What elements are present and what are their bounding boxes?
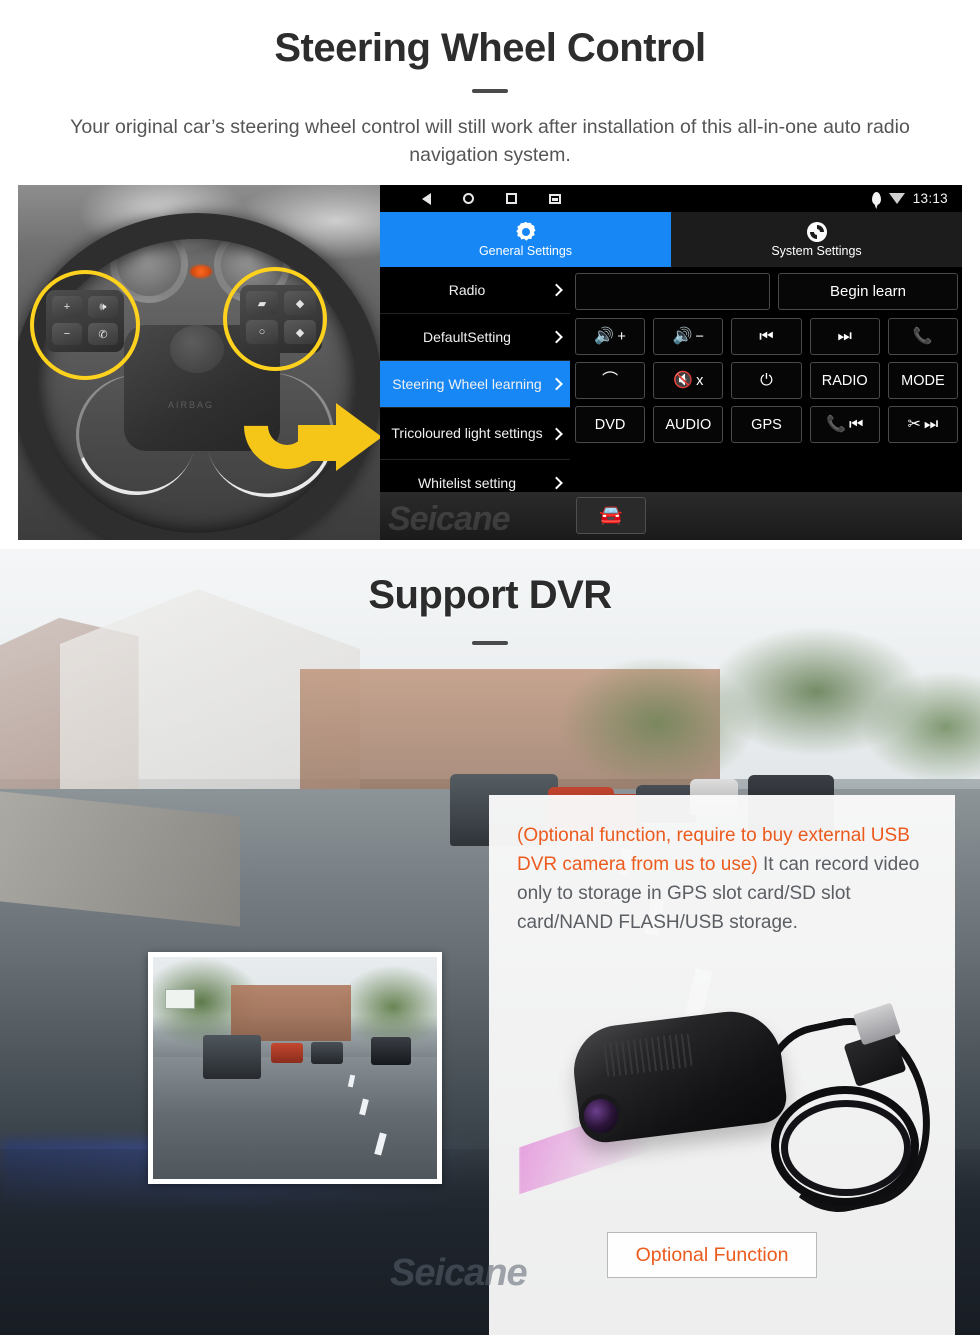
android-nav-buttons[interactable] (422, 192, 561, 205)
settings-tabs: General Settings System Settings (380, 212, 962, 267)
key-audio[interactable]: AUDIO (653, 406, 724, 443)
recents-icon[interactable] (506, 193, 517, 204)
inset-vehicle (371, 1037, 411, 1065)
key-phone-reject-next[interactable]: ✂ ⏭ (887, 406, 958, 443)
volume-mute-icon: 🔇 (673, 371, 694, 389)
back-icon[interactable] (422, 192, 431, 205)
begin-learn-button[interactable]: Begin learn (778, 273, 958, 310)
menu-item-steering-wheel-learning[interactable]: Steering Wheel learning (380, 361, 570, 408)
section-subtitle: Your original car’s steering wheel contr… (70, 116, 910, 167)
system-settings-icon (806, 221, 827, 242)
key-hangup-call[interactable]: ⌒ (575, 362, 646, 399)
key-next-track[interactable]: ⏭ (809, 318, 880, 355)
tab-system-settings[interactable]: System Settings (671, 212, 962, 267)
phone-reject-next-icon: ✂ (907, 415, 921, 433)
location-pin-icon (871, 192, 881, 205)
chevron-right-icon (550, 476, 563, 490)
key-gps[interactable]: GPS (731, 406, 802, 443)
status-clock: 13:13 (912, 191, 948, 206)
gear-icon (516, 222, 536, 242)
phone-hangup-icon: ⌒ (602, 371, 619, 389)
next-track-icon: ⏭ (837, 327, 852, 345)
media-strip: AIRBAG + − 🕪 ✆ ▰ ○ ◆ ◆ 13:13 General Set… (18, 185, 962, 540)
settings-body: Radio DefaultSetting Steering Wheel lear… (380, 267, 962, 540)
status-indicators: 13:13 (871, 191, 948, 206)
arrow-head (336, 403, 380, 471)
inset-road-sign (165, 989, 195, 1009)
menu-item-tricoloured-light-settings[interactable]: Tricoloured light settings (380, 408, 570, 460)
key-answer-call[interactable]: 📞 (887, 318, 958, 355)
watermark-head-unit: Seicane (388, 500, 511, 538)
airbag-label: AIRBAG (168, 400, 215, 410)
menu-item-radio-label: Radio (448, 281, 486, 298)
learn-controls-row: Begin learn (575, 273, 958, 310)
section2-title-divider (472, 641, 508, 645)
horn-pad (170, 325, 224, 373)
inset-vehicle (203, 1035, 261, 1079)
previous-track-icon: ⏮ (759, 327, 774, 345)
usb-cable-coil-inner (781, 1100, 911, 1196)
key-radio[interactable]: RADIO (809, 362, 880, 399)
steering-key-grid: 🔊 + 🔊 − ⏮ ⏭ 📞 ⌒ 🔇 x ⏻ RADIO MODE DVD AUDIO (575, 318, 958, 443)
screenshot-icon[interactable] (549, 193, 561, 204)
usb-dvr-camera (519, 990, 947, 1226)
key-previous-track[interactable]: ⏮ (731, 318, 802, 355)
inset-vehicle (311, 1042, 343, 1064)
wifi-icon (888, 193, 905, 204)
inset-road (153, 1057, 437, 1179)
menu-item-tricoloured-light-settings-label: Tricoloured light settings (391, 425, 543, 442)
key-volume-up[interactable]: 🔊 + (575, 318, 646, 355)
watermark-bottom: Seicane (390, 1252, 528, 1294)
home-icon[interactable] (463, 193, 474, 204)
highlight-circle-right (223, 267, 327, 371)
tab-general-settings-label: General Settings (478, 243, 573, 258)
steering-wheel-control-section: Steering Wheel Control Your original car… (0, 0, 980, 549)
key-power[interactable]: ⏻ (731, 362, 802, 399)
learn-input[interactable] (575, 273, 770, 310)
android-status-bar: 13:13 (380, 185, 962, 212)
menu-item-default-setting[interactable]: DefaultSetting (380, 314, 570, 361)
volume-up-icon: 🔊 (594, 327, 615, 345)
dvr-sample-video-frame (153, 957, 437, 1179)
tab-system-settings-label: System Settings (771, 243, 862, 258)
section2-title: Support DVR (368, 573, 612, 617)
head-unit-screen: 13:13 General Settings System Settings R… (380, 185, 962, 540)
key-mode[interactable]: MODE (887, 362, 958, 399)
optional-function-button[interactable]: Optional Function (607, 1232, 817, 1278)
chevron-right-icon (550, 283, 563, 297)
phone-answer-icon: 📞 (912, 327, 933, 345)
chevron-right-icon (550, 330, 563, 344)
key-phone-previous[interactable]: 📞 ⏮ (809, 406, 880, 443)
key-volume-down[interactable]: 🔊 − (653, 318, 724, 355)
chevron-right-icon (550, 377, 563, 391)
dvr-description: (Optional function, require to buy exter… (517, 822, 937, 938)
power-icon: ⏻ (760, 371, 773, 389)
chevron-right-icon (550, 427, 563, 440)
inset-houses (231, 985, 351, 1041)
menu-item-default-setting-label: DefaultSetting (423, 328, 511, 345)
tab-general-settings[interactable]: General Settings (380, 212, 671, 267)
menu-item-whitelist-setting-label: Whitelist setting (417, 474, 517, 491)
dvr-info-panel: (Optional function, require to buy exter… (489, 795, 955, 1335)
steering-wheel-photo: AIRBAG + − 🕪 ✆ ▰ ○ ◆ ◆ (18, 185, 380, 540)
page-title: Steering Wheel Control (274, 26, 706, 70)
menu-item-radio[interactable]: Radio (380, 267, 570, 314)
phone-previous-icon: 📞 (826, 415, 846, 433)
product-description-page: Steering Wheel Control Your original car… (0, 0, 980, 1335)
dvr-sample-video (148, 952, 442, 1184)
key-mute[interactable]: 🔇 x (653, 362, 724, 399)
pointing-arrow (226, 365, 380, 487)
menu-item-steering-wheel-learning-label: Steering Wheel learning (392, 375, 542, 392)
key-dvd[interactable]: DVD (575, 406, 646, 443)
car-settings-button[interactable]: 🚘 (576, 497, 646, 534)
inset-vehicle (271, 1043, 303, 1063)
title-divider (472, 89, 508, 93)
highlight-circle-left (30, 270, 140, 380)
volume-down-icon: 🔊 (672, 327, 693, 345)
head-unit-footer: Seicane 🚘 (380, 492, 962, 540)
car-settings-icon: 🚘 (599, 505, 623, 526)
